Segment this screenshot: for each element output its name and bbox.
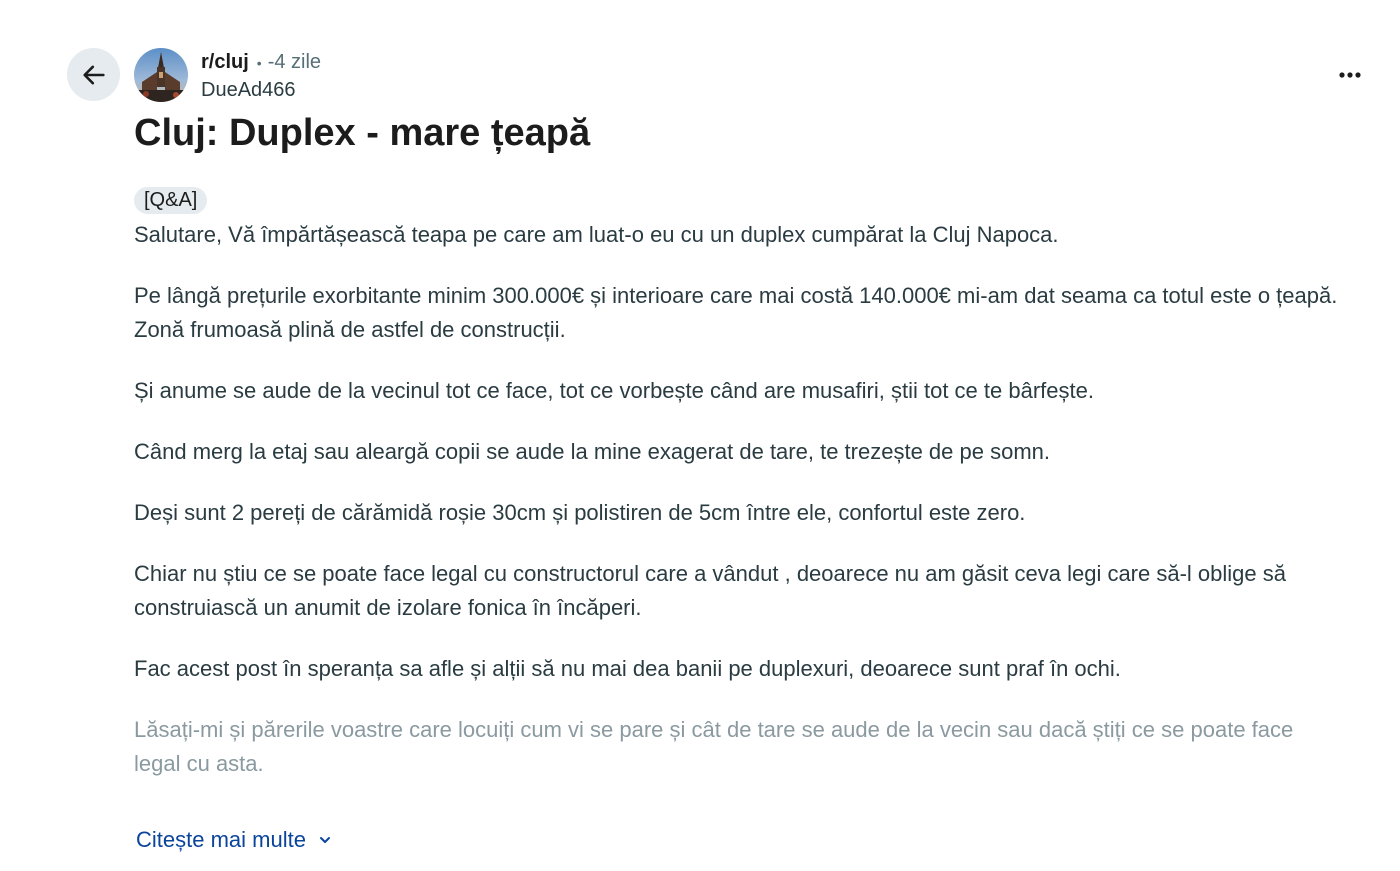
- post-paragraph: Deși sunt 2 pereți de cărămidă roșie 30c…: [134, 500, 1026, 525]
- post-paragraph: Când merg la etaj sau aleargă copii se a…: [134, 439, 1050, 464]
- post-meta: r/cluj • -4 zile DueAd466: [201, 49, 321, 103]
- more-options-button[interactable]: [1330, 60, 1370, 90]
- post-body: Salutare, Vă împărtășească teapa pe care…: [134, 218, 1344, 808]
- post-flair[interactable]: [Q&A]: [134, 187, 208, 214]
- post-paragraph-faded: Lăsați-mi și părerile voastre care locui…: [134, 717, 1294, 776]
- post-paragraph: Pe lângă prețurile exorbitante minim 300…: [134, 283, 1338, 342]
- post-time: -4 zile: [267, 51, 322, 73]
- read-more-label: Citește mai multe: [136, 827, 306, 852]
- post-paragraph: Salutare, Vă împărtășească teapa pe care…: [134, 222, 1059, 247]
- subreddit-avatar[interactable]: [134, 48, 188, 102]
- cathedral-avatar-image: [134, 48, 188, 102]
- post-page: r/cluj • -4 zile DueAd466 Cluj: Duplex -…: [0, 0, 1400, 871]
- meta-separator: •: [256, 55, 262, 71]
- read-more-button[interactable]: Citește mai multe: [136, 824, 332, 856]
- subreddit-link[interactable]: r/cluj: [201, 49, 249, 75]
- post-paragraph: Și anume se aude de la vecinul tot ce fa…: [134, 378, 1094, 403]
- post-paragraph: Chiar nu știu ce se poate face legal cu …: [134, 561, 1286, 620]
- chevron-down-icon: [319, 837, 330, 843]
- arrow-left-icon: [82, 65, 105, 84]
- post-title[interactable]: Cluj: Duplex - mare țeapă: [134, 108, 590, 158]
- back-button[interactable]: [67, 48, 120, 101]
- three-dots-icon: [1339, 72, 1361, 78]
- author-link[interactable]: DueAd466: [201, 77, 321, 103]
- post-paragraph: Fac acest post în speranța sa afle și al…: [134, 656, 1121, 681]
